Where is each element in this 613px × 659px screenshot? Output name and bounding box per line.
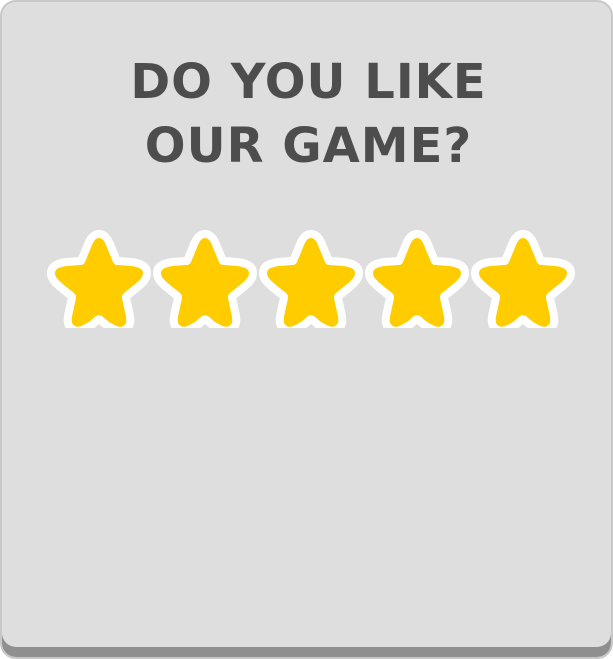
star-icon (365, 230, 469, 328)
star-icon (47, 230, 151, 328)
star-5-button[interactable] (471, 224, 575, 328)
star-3-button[interactable] (259, 224, 363, 328)
title-line-2: OUR GAME? (144, 118, 473, 174)
star-icon (471, 230, 575, 328)
star-1-button[interactable] (47, 224, 151, 328)
title-line-1: DO YOU LIKE (130, 54, 487, 110)
rating-dialog: DO YOU LIKE OUR GAME? (0, 0, 613, 659)
star-4-button[interactable] (365, 224, 469, 328)
star-icon (153, 230, 257, 328)
star-icon (259, 230, 363, 328)
star-rating (2, 224, 611, 334)
dialog-title: DO YOU LIKE OUR GAME? (2, 50, 611, 178)
star-2-button[interactable] (153, 224, 257, 328)
